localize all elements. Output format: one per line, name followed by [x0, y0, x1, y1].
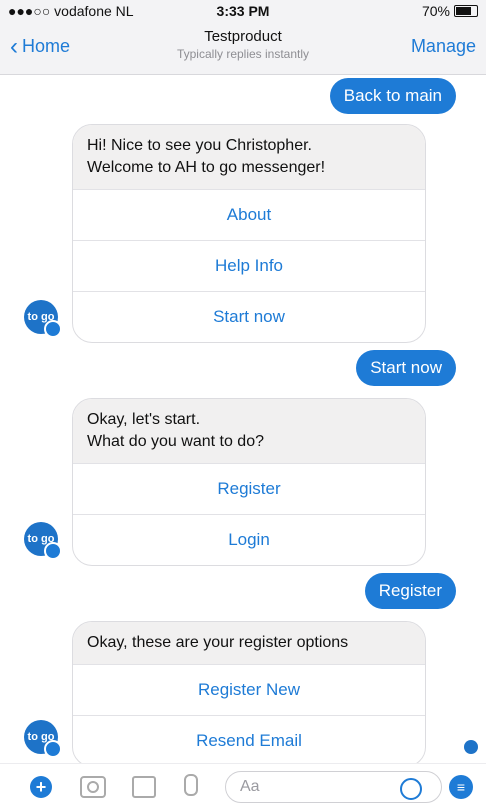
bot-card: Hi! Nice to see you Christopher. Welcome… — [72, 124, 426, 343]
about-button[interactable]: About — [73, 189, 425, 240]
register-button[interactable]: Register — [73, 463, 425, 514]
messenger-badge-icon — [44, 740, 62, 758]
navigation-bar: ‹ Home Testproduct Typically replies ins… — [0, 22, 486, 75]
bot-card-line: What do you want to do? — [87, 433, 264, 450]
outgoing-message: Register — [364, 573, 456, 609]
bot-card-line: Hi! Nice to see you Christopher. — [87, 137, 312, 154]
bot-card: Okay, let's start. What do you want to d… — [72, 398, 426, 566]
outgoing-message: Start now — [356, 350, 456, 386]
battery-percent: 70% — [421, 3, 450, 19]
composer-bar: + Aa ≡ — [0, 763, 486, 810]
bot-card: Okay, these are your register options Re… — [72, 621, 426, 767]
battery-group: 70% — [422, 3, 478, 19]
bot-card-text: Hi! Nice to see you Christopher. Welcome… — [73, 125, 425, 189]
status-bar: ●●●○○ vodafone NL 3:33 PM 70% — [0, 0, 486, 22]
camera-icon[interactable] — [80, 776, 106, 798]
plus-icon[interactable]: + — [30, 776, 52, 798]
message-input-placeholder: Aa — [240, 778, 260, 795]
resend-email-button[interactable]: Resend Email — [73, 715, 425, 766]
start-now-button[interactable]: Start now — [73, 291, 425, 342]
help-info-button[interactable]: Help Info — [73, 240, 425, 291]
bot-card-text: Okay, these are your register options — [73, 622, 425, 664]
emoji-icon[interactable] — [400, 778, 422, 800]
bot-avatar: to go — [24, 522, 62, 560]
login-button[interactable]: Login — [73, 514, 425, 565]
battery-icon — [454, 5, 478, 17]
bot-avatar: to go — [24, 300, 62, 338]
messenger-badge-icon — [44, 320, 62, 338]
bot-avatar: to go — [24, 720, 62, 758]
register-new-button[interactable]: Register New — [73, 664, 425, 715]
seen-indicator-icon — [464, 740, 478, 754]
manage-button[interactable]: Manage — [411, 36, 476, 57]
image-icon[interactable] — [132, 776, 156, 798]
bot-card-line: Okay, let's start. — [87, 411, 201, 428]
microphone-icon[interactable] — [184, 774, 198, 796]
outgoing-message: Back to main — [329, 78, 456, 114]
clock: 3:33 PM — [216, 3, 270, 19]
messenger-badge-icon — [44, 542, 62, 560]
menu-icon[interactable]: ≡ — [449, 775, 473, 799]
bot-card-text: Okay, let's start. What do you want to d… — [73, 399, 425, 463]
bot-card-line: Welcome to AH to go messenger! — [87, 159, 326, 176]
bot-card-line: Okay, these are your register options — [87, 634, 349, 651]
